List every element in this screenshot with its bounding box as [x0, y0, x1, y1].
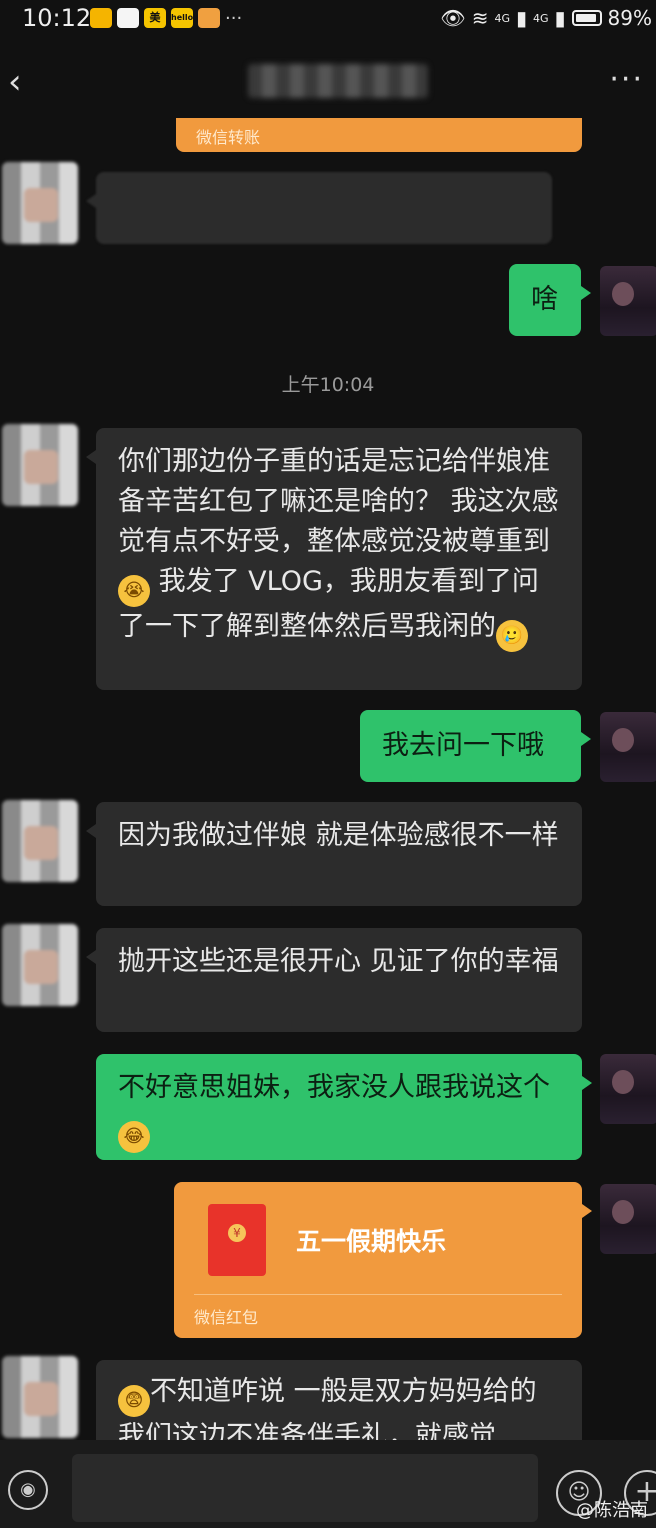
message-text: 不知道咋说 一般是双方妈妈给的 我们这边不准备伴手礼，就感觉	[118, 1376, 537, 1444]
message-text: 你们那边份子重的话是忘记给伴娘准备辛苦红包了嘛还是啥的？ 我这次感觉有点不好受，…	[118, 446, 559, 557]
avatar[interactable]	[2, 924, 78, 1006]
avatar[interactable]	[600, 266, 656, 336]
divider	[194, 1294, 562, 1295]
notification-icons: 美 hello ···	[90, 8, 242, 29]
battery-percent: 89%	[607, 6, 652, 30]
message-input[interactable]	[72, 1454, 538, 1522]
avatar[interactable]	[600, 712, 656, 782]
broken-heart-emoji-icon: 🥲	[496, 620, 528, 652]
hello-icon: hello	[171, 8, 193, 28]
signal-1-label: 4G	[494, 11, 510, 25]
eye-icon: 👁	[440, 6, 466, 30]
watermark: @陈浩南	[576, 1500, 648, 1521]
chat-header: ‹ ···	[0, 48, 656, 118]
signal-2-label: 4G	[533, 11, 549, 25]
voice-icon[interactable]: ◉	[8, 1470, 48, 1510]
signal-icon-2: ▮	[554, 6, 566, 30]
signal-icon: ▮	[515, 6, 527, 30]
status-time: 10:12	[22, 4, 92, 32]
input-bar: ◉ ☺ +	[0, 1440, 656, 1528]
message-text: 不好意思姐妹，我家没人跟我说这个	[118, 1072, 550, 1103]
message-text-continued: 我发了 VLOG，我朋友看到了问了一下了解到整体然后骂我闲的	[118, 566, 539, 642]
message-bubble-left[interactable]: 因为我做过伴娘 就是体验感很不一样	[86, 802, 582, 906]
battery-fill	[575, 14, 596, 22]
avatar[interactable]	[2, 1356, 78, 1438]
message-bubble-left[interactable]: 抛开这些还是很开心 见证了你的幸福	[86, 928, 582, 1032]
app-icon	[198, 8, 220, 28]
message-bubble-left[interactable]	[86, 172, 552, 244]
message-text: 啥	[531, 284, 558, 315]
message-bubble-right[interactable]: 我去问一下哦	[360, 710, 591, 782]
red-packet-title: 五一假期快乐	[296, 1227, 447, 1256]
message-bubble-right[interactable]: 不好意思姐妹，我家没人跟我说这个 😂	[96, 1054, 592, 1160]
weibo-icon	[90, 8, 112, 28]
message-bubble-left[interactable]: 你们那边份子重的话是忘记给伴娘准备辛苦红包了嘛还是啥的？ 我这次感觉有点不好受，…	[86, 428, 582, 690]
battery-icon	[571, 10, 602, 26]
status-right: 👁 ≋ 4G ▮ 4G ▮ 89%	[440, 6, 652, 30]
fearful-emoji-icon: 😨	[118, 1385, 150, 1417]
chat-title-blurred	[248, 64, 428, 98]
red-envelope-icon	[208, 1204, 266, 1276]
chat-icon	[117, 8, 139, 28]
red-packet-label: 微信红包	[194, 1308, 259, 1327]
avatar[interactable]	[2, 162, 78, 244]
wifi-icon: ≋	[471, 6, 489, 30]
laughing-emoji-icon: 😂	[118, 1121, 150, 1153]
message-bubble-left[interactable]: 😨 不知道咋说 一般是双方妈妈给的 我们这边不准备伴手礼，就感觉	[96, 1360, 582, 1444]
avatar[interactable]	[600, 1054, 656, 1124]
timestamp: 上午10:04	[281, 374, 375, 396]
message-text: 抛开这些还是很开心 见证了你的幸福	[118, 946, 559, 977]
red-packet-card[interactable]: 五一假期快乐 微信红包	[174, 1182, 592, 1338]
avatar[interactable]	[2, 800, 78, 882]
more-notifications-icon: ···	[225, 8, 243, 29]
status-bar: 10:12 美 hello ··· 👁 ≋ 4G ▮ 4G ▮ 89%	[0, 0, 656, 38]
meituan-icon: 美	[144, 8, 166, 28]
message-text: 我去问一下哦	[382, 730, 544, 761]
avatar[interactable]	[2, 424, 78, 506]
message-bubble-right[interactable]: 啥	[509, 264, 591, 336]
avatar[interactable]	[600, 1184, 656, 1254]
message-text: 因为我做过伴娘 就是体验感很不一样	[118, 820, 559, 851]
transfer-card[interactable]: 微信转账	[176, 118, 582, 152]
more-dots-icon[interactable]: ···	[609, 62, 644, 97]
crying-emoji-icon: 😭	[118, 575, 150, 607]
transfer-label: 微信转账	[196, 128, 261, 147]
chevron-left-icon[interactable]: ‹	[8, 62, 22, 102]
